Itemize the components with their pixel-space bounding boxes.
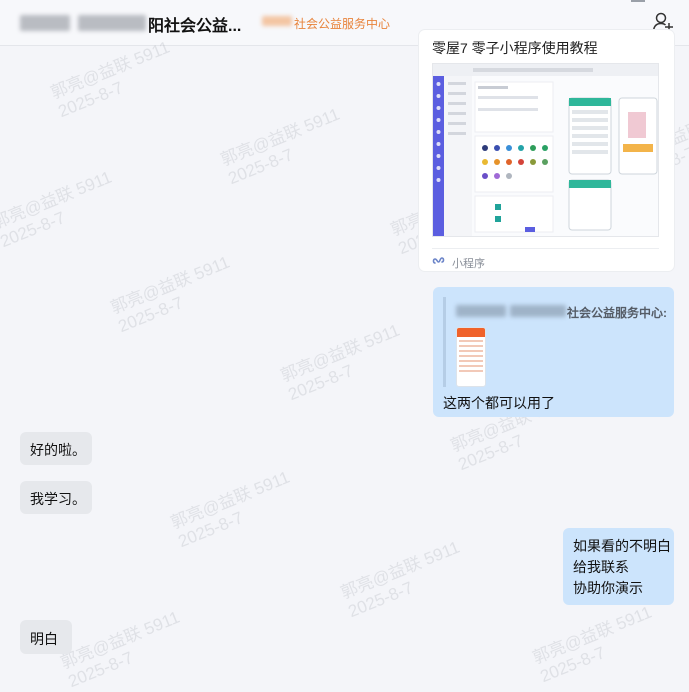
watermark: 郭亮@益联 5911 2025-8-7 <box>0 168 122 252</box>
mini-program-footer: 小程序 <box>432 248 659 270</box>
watermark-line: 2025-8-7 <box>115 293 186 337</box>
reply-text: 这两个都可以用了 <box>443 395 555 411</box>
quoted-image[interactable] <box>456 327 486 387</box>
blurred-quoted-name <box>456 305 506 317</box>
watermark-line: 2025-8-7 <box>55 78 126 122</box>
watermark: 郭亮@益联 5911 2025-8-7 <box>338 538 470 622</box>
mini-program-card[interactable]: 零屋7 零子小程序使用教程 小程序 <box>419 30 674 271</box>
watermark-line: 2025-8-7 <box>345 578 416 622</box>
watermark-line: 郭亮@益联 5911 <box>338 537 463 603</box>
blurred-name-part <box>20 15 70 31</box>
mini-program-thumbnail <box>432 63 659 237</box>
watermark-line: 郭亮@益联 5911 <box>530 602 655 668</box>
watermark: 郭亮@益联 5911 2025-8-7 <box>48 38 180 122</box>
chat-title[interactable]: 阳社会公益... <box>148 12 241 36</box>
watermark-line: 2025-8-7 <box>537 643 608 687</box>
watermark-line: 2025-8-7 <box>285 361 356 405</box>
watermark: 郭亮@益联 5911 2025-8-7 <box>530 603 662 687</box>
watermark-line: 郭亮@益联 5911 <box>168 467 293 533</box>
blurred-subtitle-part <box>262 16 292 26</box>
window-indicator <box>631 0 645 2</box>
reply-message-bubble[interactable]: 社会公益服务中心: 这两个都可以用了 <box>433 287 674 417</box>
watermark-line: 郭亮@益联 5911 <box>58 607 183 673</box>
chat-subtitle[interactable]: 社会公益服务中心 <box>294 15 390 32</box>
watermark: 郭亮@益联 5911 2025-8-7 <box>58 608 190 692</box>
watermark-line: 郭亮@益联 5911 <box>48 37 173 103</box>
quoted-screenshot-image <box>457 328 485 372</box>
watermark: 郭亮@益联 5911 2025-8-7 <box>108 253 240 337</box>
message-bubble-right[interactable]: 如果看的不明白 给我联系 协助你演示 <box>563 528 674 605</box>
mini-program-title: 零屋7 零子小程序使用教程 <box>432 40 598 56</box>
mini-program-label: 小程序 <box>452 258 485 270</box>
watermark-line: 2025-8-7 <box>0 208 68 252</box>
message-text-line: 协助你演示 <box>573 580 643 596</box>
watermark-line: 2025-8-7 <box>455 431 526 475</box>
message-text: 我学习。 <box>30 491 86 507</box>
message-text-line: 给我联系 <box>573 559 629 575</box>
message-text: 明白 <box>30 631 58 647</box>
message-bubble-left[interactable]: 明白 <box>20 620 72 654</box>
quoted-message[interactable]: 社会公益服务中心: <box>443 297 668 387</box>
watermark-line: 2025-8-7 <box>175 508 246 552</box>
watermark-line: 郭亮@益联 5911 <box>108 252 233 318</box>
watermark-line: 2025-8-7 <box>225 145 296 189</box>
watermark: 郭亮@益联 5911 2025-8-7 <box>168 468 300 552</box>
watermark-line: 郭亮@益联 5911 <box>218 104 343 170</box>
watermark-line: 郭亮@益联 5911 <box>278 320 403 386</box>
thumbnail-screenshot-image <box>433 64 658 236</box>
message-bubble-left[interactable]: 好的啦。 <box>20 432 92 465</box>
blurred-quoted-name <box>510 305 566 317</box>
mini-program-icon <box>432 257 445 264</box>
watermark-line: 郭亮@益联 5911 <box>0 167 115 233</box>
quoted-author: 社会公益服务中心: <box>567 306 667 320</box>
message-text: 好的啦。 <box>30 442 86 458</box>
message-text-line: 如果看的不明白 <box>573 538 671 554</box>
blurred-name-part <box>78 15 146 31</box>
watermark-line: 2025-8-7 <box>65 648 136 692</box>
watermark: 郭亮@益联 5911 2025-8-7 <box>218 105 350 189</box>
watermark: 郭亮@益联 5911 2025-8-7 <box>278 321 410 405</box>
message-bubble-left[interactable]: 我学习。 <box>20 481 92 514</box>
